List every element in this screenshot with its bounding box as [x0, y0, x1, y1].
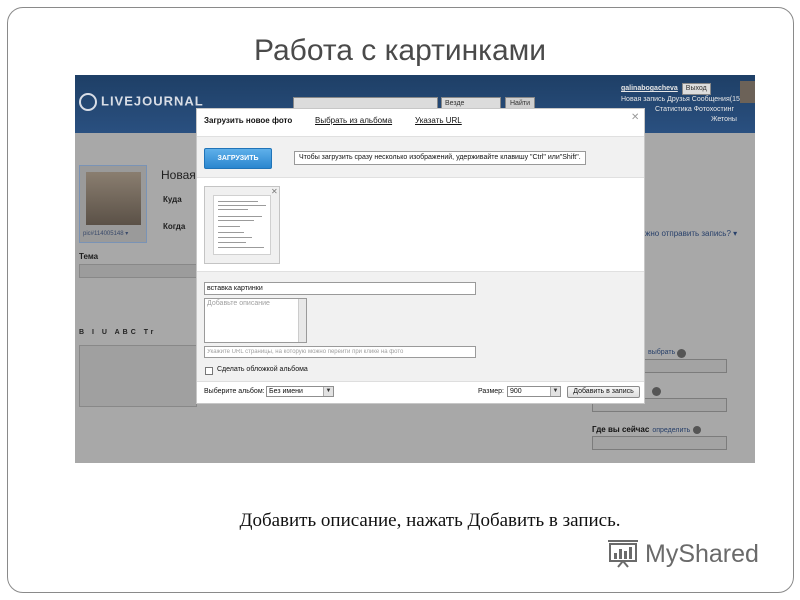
lj-username[interactable]: galinabogacheva: [621, 85, 678, 92]
link-url-field[interactable]: [204, 346, 476, 358]
avatar: [86, 172, 141, 225]
image-details-section: Сделать обложкой альбома: [197, 271, 644, 381]
description-scrollbar[interactable]: [298, 299, 306, 342]
chevron-down-icon: ▼: [550, 387, 560, 396]
lj-logo-icon: [79, 93, 97, 111]
location-field[interactable]: [592, 436, 727, 450]
thumbnail-line: [218, 242, 246, 243]
add-to-post-button[interactable]: Добавить в запись: [567, 386, 640, 398]
lj-logo-text: LIVEJOURNAL: [101, 93, 204, 109]
thumbnail-line: [218, 220, 254, 221]
embedded-screenshot: LIVEJOURNAL Везде Найти galinabogacheva В…: [75, 75, 755, 463]
size-label: Размер:: [478, 388, 505, 395]
chevron-down-icon: ▼: [323, 387, 333, 396]
subject-field[interactable]: [79, 264, 201, 278]
thumbnail-preview: [213, 195, 271, 255]
presentation-board-icon: [608, 540, 638, 568]
description-field[interactable]: [204, 298, 307, 343]
editor-body[interactable]: [79, 345, 197, 407]
lj-links-row1[interactable]: Новая запись Друзья Сообщения(15): [621, 95, 742, 105]
thumbnail-line: [218, 237, 252, 238]
select-link[interactable]: выбрать: [648, 349, 675, 356]
thumbnail-line: [218, 226, 240, 227]
userpic-label[interactable]: pic#114005148 ▾: [83, 230, 128, 237]
thumbnail-line: [218, 232, 244, 233]
thumbnail-line: [218, 247, 264, 248]
help-icon[interactable]: [693, 425, 702, 434]
uploaded-image-thumbnail[interactable]: ✕: [204, 186, 280, 264]
album-cover-checkbox[interactable]: [205, 367, 213, 375]
slide-caption: Добавить описание, нажать Добавить в зап…: [239, 510, 621, 531]
when-label: Когда: [163, 222, 186, 231]
help-icon[interactable]: [652, 387, 661, 396]
thumbnail-section: ✕: [197, 179, 644, 271]
dialog-footer: Выберите альбом: Без имени ▼ Размер: 900…: [197, 381, 644, 403]
to-label: Куда: [163, 195, 182, 204]
thumb-close-icon[interactable]: ✕: [271, 187, 278, 196]
location-row: Где вы сейчас определить: [592, 425, 702, 434]
lj-header-avatar: [740, 81, 755, 103]
location-label: Где вы сейчас: [592, 425, 650, 434]
tab-specify-url[interactable]: Указать URL: [415, 116, 462, 125]
upload-section: ЗАГРУЗИТЬ Чтобы загрузить сразу нескольк…: [197, 136, 644, 178]
help-icon[interactable]: [677, 349, 686, 358]
new-entry-heading: Новая: [161, 168, 196, 182]
album-cover-label: Сделать обложкой альбома: [217, 366, 308, 373]
slide-title: Работа с картинками: [253, 34, 547, 67]
tab-from-album[interactable]: Выбрать из альбома: [315, 116, 392, 125]
editor-toolbar[interactable]: B I U ABC Tr: [79, 329, 197, 343]
post-options-link[interactable]: жно отправить запись? ▾: [645, 229, 737, 238]
thumbnail-line: [218, 216, 262, 217]
lj-logout-button[interactable]: Выход: [681, 83, 711, 95]
close-icon[interactable]: ✕: [631, 112, 639, 123]
thumbnail-line: [218, 201, 258, 202]
image-insert-dialog: Загрузить новое фото Выбрать из альбома …: [196, 108, 645, 404]
album-select[interactable]: Без имени ▼: [266, 386, 334, 397]
upload-button[interactable]: ЗАГРУЗИТЬ: [204, 148, 272, 169]
location-detect-link[interactable]: определить: [652, 427, 690, 434]
album-label: Выберите альбом:: [204, 388, 265, 395]
lj-logo: LIVEJOURNAL: [79, 93, 204, 111]
thumbnail-line: [218, 205, 266, 206]
album-select-value: Без имени: [269, 388, 303, 395]
size-select[interactable]: 900 ▼: [507, 386, 561, 397]
watermark: MyShared: [607, 537, 767, 573]
thumbnail-line: [218, 209, 248, 210]
upload-hint: Чтобы загрузить сразу несколько изображе…: [294, 151, 586, 165]
size-select-value: 900: [510, 388, 522, 395]
subject-label: Тема: [79, 252, 99, 261]
image-title-field[interactable]: [204, 282, 476, 295]
watermark-text: MyShared: [645, 540, 759, 568]
tab-upload-new[interactable]: Загрузить новое фото: [204, 116, 292, 125]
userpic-box: pic#114005148 ▾: [79, 165, 147, 243]
